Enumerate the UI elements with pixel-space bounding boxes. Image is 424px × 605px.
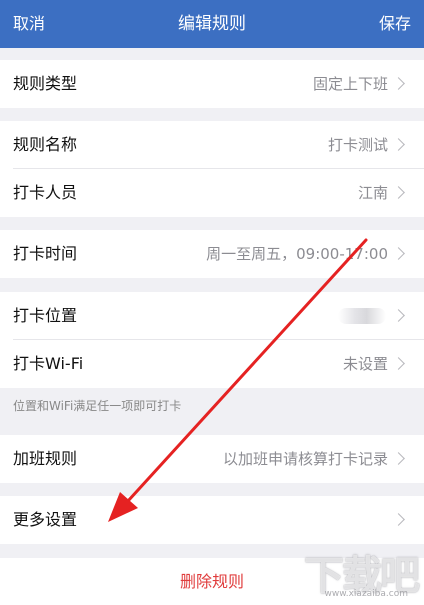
chevron-right-icon	[392, 513, 405, 526]
chevron-right-icon	[392, 357, 405, 370]
row-value: 固定上下班	[312, 75, 388, 93]
row-members[interactable]: 打卡人员 江南	[0, 169, 424, 217]
save-button[interactable]: 保存	[379, 0, 411, 48]
row-value: 江南	[357, 184, 388, 202]
chevron-right-icon	[392, 138, 405, 151]
blurred-location-value	[338, 308, 386, 324]
row-rule-name[interactable]: 规则名称 打卡测试	[0, 121, 424, 169]
row-value: 未设置	[342, 355, 388, 373]
row-label: 打卡位置	[13, 306, 78, 325]
row-wifi[interactable]: 打卡Wi-Fi 未设置	[0, 340, 424, 388]
row-label: 规则名称	[13, 135, 78, 154]
delete-rule-button[interactable]: 删除规则	[0, 558, 424, 605]
row-label: 规则类型	[13, 74, 78, 93]
row-overtime[interactable]: 加班规则 以加班申请核算打卡记录	[0, 435, 424, 483]
row-label: 打卡人员	[13, 183, 78, 202]
row-value: 打卡测试	[327, 136, 388, 154]
chevron-right-icon	[392, 186, 405, 199]
chevron-right-icon	[392, 247, 405, 260]
row-value: 以加班申请核算打卡记录	[222, 450, 388, 468]
location-hint: 位置和WiFi满足任一项即可打卡	[13, 399, 182, 413]
row-more-settings[interactable]: 更多设置	[0, 496, 424, 544]
page-title: 编辑规则	[178, 14, 246, 34]
row-location[interactable]: 打卡位置	[0, 292, 424, 340]
row-label: 更多设置	[13, 510, 78, 529]
chevron-right-icon	[392, 309, 405, 322]
row-label: 打卡时间	[13, 244, 78, 263]
row-value: 周一至周五，09:00-17:00	[206, 245, 388, 263]
row-label: 加班规则	[13, 449, 78, 468]
navbar: 取消 编辑规则 保存	[0, 0, 424, 48]
row-rule-type[interactable]: 规则类型 固定上下班	[0, 60, 424, 108]
chevron-right-icon	[392, 77, 405, 90]
row-label: 打卡Wi-Fi	[13, 354, 84, 373]
delete-rule-label: 删除规则	[179, 572, 244, 591]
chevron-right-icon	[392, 452, 405, 465]
row-clock-time[interactable]: 打卡时间 周一至周五，09:00-17:00	[0, 230, 424, 278]
